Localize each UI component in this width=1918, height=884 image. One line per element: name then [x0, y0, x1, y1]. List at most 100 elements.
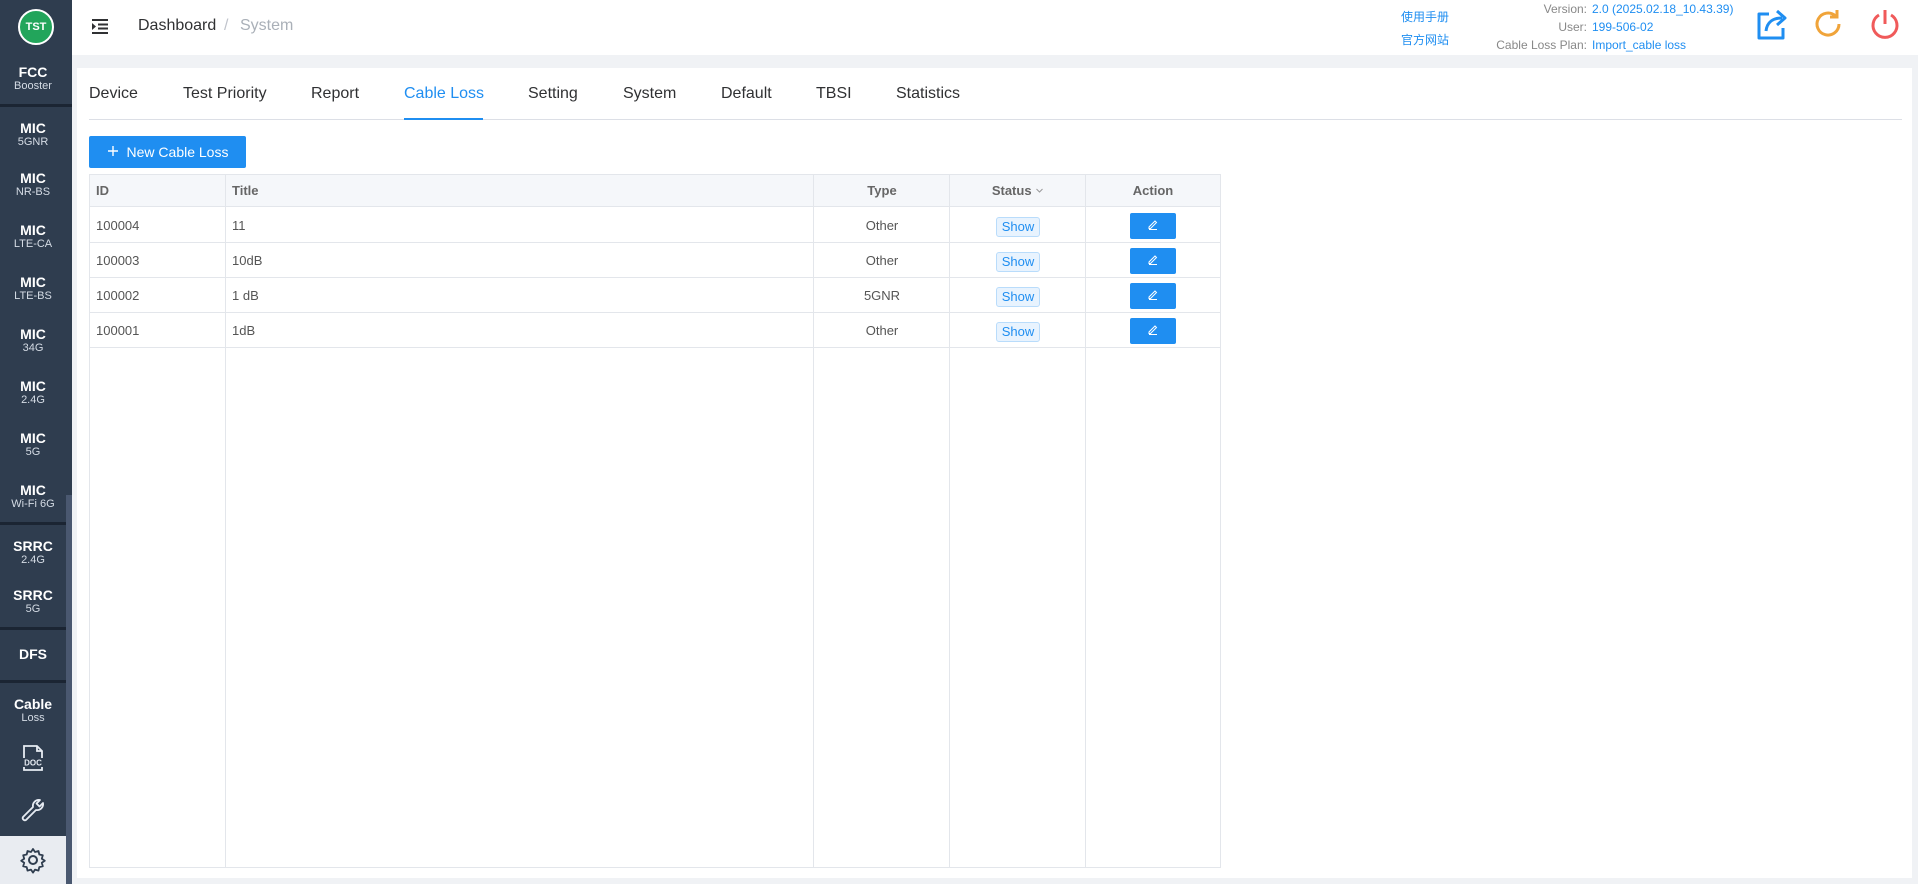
official-site-link[interactable]: 官方网站 — [1401, 31, 1449, 48]
new-cable-loss-button[interactable]: New Cable Loss — [89, 136, 246, 168]
cell-title: 1 dB — [232, 288, 259, 303]
cell-status: Show — [950, 208, 1086, 243]
status-badge[interactable]: Show — [995, 216, 1041, 237]
tab-report[interactable]: Report — [311, 85, 359, 103]
cell-status: Show — [950, 278, 1086, 313]
sidebar-scrollbar[interactable] — [66, 495, 72, 884]
cell-title: 1dB — [232, 323, 256, 338]
breadcrumb-dashboard[interactable]: Dashboard — [138, 17, 216, 35]
sidebar-item-mic-lte-bs[interactable]: MIC LTE-BS — [0, 264, 66, 312]
sidebar-item-label: MIC — [20, 325, 46, 342]
column-header-status-label: Status — [991, 183, 1032, 198]
tab-default[interactable]: Default — [721, 85, 772, 103]
header: Dashboard / System 使用手册 官方网站 Version: 2.… — [72, 0, 1918, 55]
user-label: User: — [1558, 20, 1587, 34]
user-value: 199-506-02 — [1592, 20, 1654, 34]
tab-statistics[interactable]: Statistics — [896, 85, 960, 103]
gear-icon[interactable] — [0, 836, 66, 884]
sidebar-item-srrc-5g[interactable]: SRRC 5G — [0, 577, 66, 625]
cell-status: Show — [950, 243, 1086, 278]
version-value: 2.0 (2025.02.18_10.43.39) — [1592, 2, 1734, 16]
sidebar-item-sublabel: 5GNR — [17, 135, 49, 148]
tab-test-priority[interactable]: Test Priority — [183, 85, 267, 103]
sidebar-item-dfs[interactable]: DFS — [0, 632, 66, 677]
user-manual-link[interactable]: 使用手册 — [1401, 8, 1449, 25]
table-header: ID Title Type Status Action — [90, 175, 1220, 207]
sort-chevron-icon — [1035, 183, 1044, 198]
export-icon[interactable] — [1754, 6, 1790, 42]
sidebar-item-mic-lte-ca[interactable]: MIC LTE-CA — [0, 212, 66, 260]
sidebar-item-mic-5g[interactable]: MIC 5G — [0, 420, 66, 468]
sidebar-item-mic-wifi-6g[interactable]: MIC Wi-Fi 6G — [0, 472, 66, 520]
table-row: 100004 11 Other Show — [90, 208, 1220, 243]
sidebar-item-sublabel: LTE-CA — [13, 237, 53, 250]
sidebar-item-srrc-2-4g[interactable]: SRRC 2.4G — [0, 528, 66, 576]
sidebar-item-label: MIC — [20, 429, 46, 446]
breadcrumb-current: System — [240, 17, 294, 34]
sidebar-item-cable-loss[interactable]: Cable Loss — [0, 686, 66, 734]
sidebar-item-sublabel: 5G — [25, 602, 41, 615]
tab-cable-loss[interactable]: Cable Loss — [404, 85, 484, 103]
cell-title: 11 — [232, 218, 246, 233]
breadcrumb-separator: / — [224, 17, 229, 34]
cell-id: 100001 — [96, 323, 140, 338]
edit-button[interactable] — [1130, 248, 1176, 274]
sidebar-item-mic-5gnr[interactable]: MIC 5GNR — [0, 110, 66, 158]
cell-title: 10dB — [232, 253, 263, 268]
tab-system[interactable]: System — [623, 85, 676, 103]
sidebar-divider — [0, 627, 72, 630]
cable-loss-plan-label: Cable Loss Plan: — [1496, 38, 1587, 52]
logo-badge: TST — [18, 9, 54, 45]
cell-type: Other — [865, 323, 899, 338]
sidebar-item-mic-2-4g[interactable]: MIC 2.4G — [0, 368, 66, 416]
sidebar-divider — [0, 680, 72, 683]
column-header-status[interactable]: Status — [950, 175, 1086, 207]
menu-toggle-icon[interactable] — [90, 16, 110, 36]
status-badge[interactable]: Show — [995, 286, 1041, 307]
sidebar-item-fcc-booster[interactable]: FCC Booster — [0, 56, 66, 100]
sidebar-item-label: SRRC — [13, 586, 53, 603]
status-badge[interactable]: Show — [995, 321, 1041, 342]
sidebar-item-label: SRRC — [13, 537, 53, 554]
edit-button[interactable] — [1130, 213, 1176, 239]
sidebar-item-label: MIC — [20, 481, 46, 498]
cell-type: 5GNR — [863, 288, 901, 303]
cell-type: Other — [865, 218, 899, 233]
plus-icon — [107, 144, 119, 160]
edit-button[interactable] — [1130, 318, 1176, 344]
tab-device[interactable]: Device — [89, 85, 138, 103]
sidebar-item-sublabel: Loss — [21, 711, 45, 724]
power-icon[interactable] — [1867, 6, 1903, 42]
sidebar-item-label: FCC — [18, 63, 48, 80]
edit-icon — [1147, 252, 1159, 270]
edit-icon — [1147, 287, 1159, 305]
status-badge[interactable]: Show — [995, 251, 1041, 272]
sidebar-item-sublabel: Booster — [14, 79, 52, 92]
edit-icon — [1147, 217, 1159, 235]
tab-setting[interactable]: Setting — [528, 85, 578, 103]
table-row: 100001 1dB Other Show — [90, 313, 1220, 348]
tab-tbsi[interactable]: TBSI — [816, 85, 852, 103]
sidebar-item-label: MIC — [20, 169, 46, 186]
sidebar-item-mic-nr-bs[interactable]: MIC NR-BS — [0, 160, 66, 208]
sidebar-item-sublabel: 34G — [22, 341, 44, 354]
doc-icon[interactable]: DOC — [0, 740, 66, 776]
sidebar-item-label: MIC — [20, 221, 46, 238]
edit-icon — [1147, 322, 1159, 340]
cell-id: 100003 — [96, 253, 140, 268]
logo: TST — [0, 0, 72, 54]
sidebar-item-sublabel: 2.4G — [21, 553, 45, 566]
edit-button[interactable] — [1130, 283, 1176, 309]
new-cable-loss-label: New Cable Loss — [126, 144, 229, 160]
sidebar-item-sublabel: 5G — [25, 445, 41, 458]
sidebar-item-label: MIC — [20, 273, 46, 290]
column-header-id: ID — [96, 183, 109, 198]
sidebar-divider — [0, 104, 72, 107]
column-header-type: Type — [867, 183, 897, 198]
column-header-action: Action — [1132, 183, 1174, 198]
cable-loss-plan-value[interactable]: Import_cable loss — [1592, 38, 1686, 52]
sidebar-item-sublabel: 2.4G — [21, 393, 45, 406]
sidebar-item-mic-34g[interactable]: MIC 34G — [0, 316, 66, 364]
refresh-icon[interactable] — [1810, 6, 1846, 42]
wrench-icon[interactable] — [0, 790, 66, 830]
